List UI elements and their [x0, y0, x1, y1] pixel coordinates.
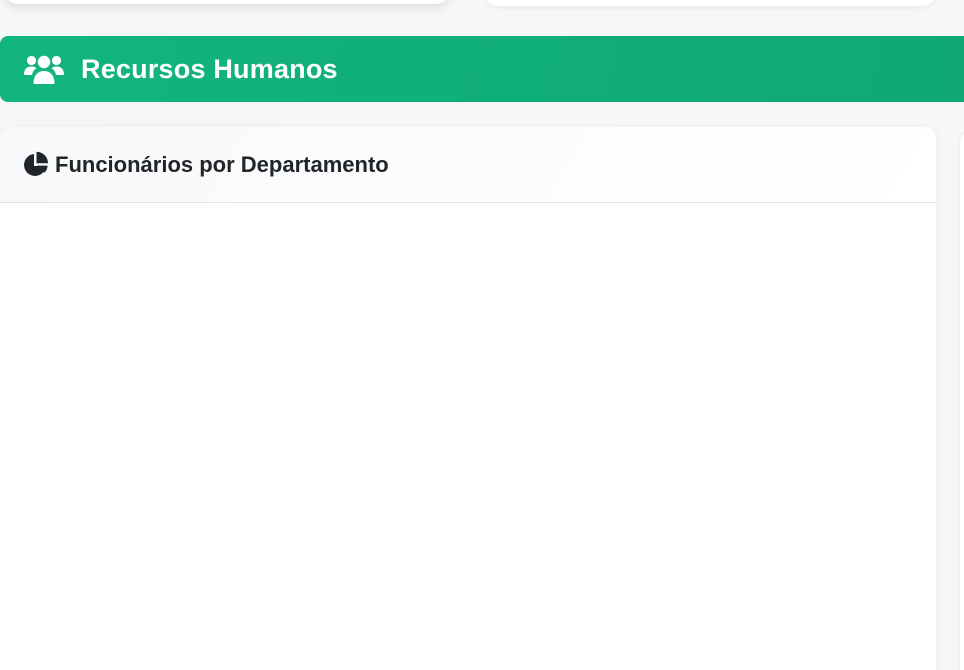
chart-area [0, 203, 936, 670]
previous-card-left [4, 0, 450, 4]
pie-chart-icon [22, 151, 49, 178]
users-icon [24, 53, 64, 85]
card-header: Funcionários por Departamento [0, 127, 936, 203]
section-title: Recursos Humanos [81, 53, 338, 84]
adjacent-card [960, 132, 964, 670]
previous-card-right [484, 0, 936, 6]
card-title: Funcionários por Departamento [55, 151, 389, 177]
dashboard-page: Recursos Humanos Funcionários por Depart… [0, 0, 964, 670]
section-header: Recursos Humanos [0, 36, 964, 102]
employees-by-department-card: Funcionários por Departamento [0, 127, 936, 670]
